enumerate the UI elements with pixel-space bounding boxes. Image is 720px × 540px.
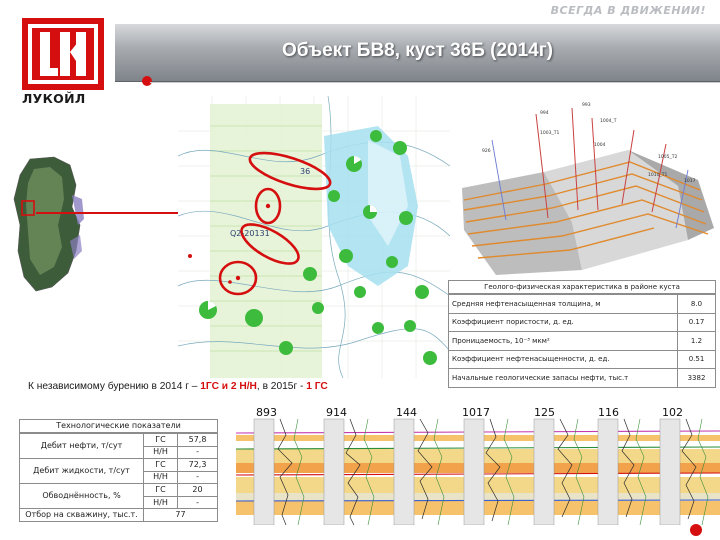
well-name: 1017	[462, 406, 490, 419]
liquid-rate-label: Дебит жидкости, т/сут	[19, 458, 144, 485]
water-cut-nn: -	[177, 495, 218, 510]
geology-label: Коэффициент нефтенасыщенности, д. ед.	[448, 349, 678, 369]
geology-label: Средняя нефтенасыщенная толщина, м	[448, 294, 678, 314]
geology-value: 1.2	[677, 331, 716, 351]
liquid-rate-gs: 72,3	[177, 458, 218, 472]
cluster-map: 36 Q2-20131	[178, 96, 450, 378]
page-title: Объект БВ8, куст 36Б (2014г)	[282, 40, 553, 61]
reserves-value: 77	[143, 508, 218, 522]
well-name: 116	[598, 406, 619, 419]
geology-value: 0.51	[677, 349, 716, 369]
geology-value: 8.0	[677, 294, 716, 314]
oil-rate-label: Дебит нефти, т/сут	[19, 432, 144, 460]
nn-cell: Н/Н	[142, 495, 179, 510]
model-label-4: 1004	[594, 142, 606, 148]
geology-table: Средняя нефтенасыщенная толщина, м 8.0 К…	[448, 294, 716, 388]
water-cut-label: Обводнённость, %	[19, 483, 144, 510]
gs-cell: ГС	[142, 433, 179, 447]
table-row: Проницаемость, 10⁻³ мкм² 1.2	[448, 331, 716, 351]
slide-accent-dot	[690, 524, 702, 536]
title-underline	[150, 82, 720, 83]
well-name: 102	[662, 406, 683, 419]
model-label-6: 1005_T2	[658, 154, 677, 160]
note-plan-2014: 1ГС и 2 Н/Н	[200, 381, 257, 392]
drilling-plan-note: К независимому бурению в 2014 г – 1ГС и …	[28, 381, 328, 392]
table-row: Дебит нефти, т/сут ГС 57,8	[19, 432, 218, 460]
gs-cell: ГС	[142, 458, 179, 472]
well-log-correlation: 893 914 144 1017 125 116 102	[236, 405, 720, 525]
geology-label: Начальные геологические запасы нефти, ты…	[448, 368, 678, 388]
table-row: Отбор на скважину, тыс.т. 77	[19, 508, 218, 522]
well-name: 144	[396, 406, 417, 419]
reserves-label: Отбор на скважину, тыс.т.	[19, 508, 144, 522]
table-row: Коэффициент пористости, д. ед. 0.17	[448, 312, 716, 332]
tech-table-title: Технологические показатели	[19, 419, 218, 433]
table-row: Коэффициент нефтенасыщенности, д. ед. 0.…	[448, 349, 716, 369]
liquid-rate-nn: -	[177, 470, 218, 485]
brand-name: ЛУКОЙЛ	[22, 91, 86, 106]
table-row: Начальные геологические запасы нефти, ты…	[448, 368, 716, 388]
model-label-5: 926	[482, 148, 491, 154]
well-name: 914	[326, 406, 347, 419]
note-prefix: К независимому бурению в 2014 г –	[28, 381, 201, 392]
model-label-7: 1010_T1	[648, 172, 667, 178]
map-label-well: Q2-20131	[230, 229, 270, 238]
oil-rate-gs: 57,8	[177, 433, 218, 447]
field-overview-map	[13, 156, 84, 292]
geology-table-title: Геолого-физическая характеристика в райо…	[448, 280, 716, 294]
table-row: Дебит жидкости, т/сут ГС 72,3	[19, 458, 218, 485]
model-label-8: 1017	[684, 178, 696, 184]
table-row: Средняя нефтенасыщенная толщина, м 8.0	[448, 294, 716, 314]
well-name: 125	[534, 406, 555, 419]
title-accent-dot	[142, 76, 152, 86]
gs-cell: ГС	[142, 483, 179, 497]
note-plan-2015: 1 ГС	[306, 381, 328, 392]
nn-cell: Н/Н	[142, 470, 179, 485]
oil-rate-nn: -	[177, 445, 218, 460]
title-band: Объект БВ8, куст 36Б (2014г)	[115, 24, 720, 82]
table-row: Обводнённость, % ГС 20	[19, 483, 218, 510]
geology-label: Проницаемость, 10⁻³ мкм²	[448, 331, 678, 351]
model-label-2: 1004_T	[600, 118, 617, 124]
model-label-3: 1003_T1	[540, 130, 559, 136]
map-label-36: 36	[300, 167, 310, 176]
nn-cell: Н/Н	[142, 445, 179, 460]
note-middle: , в 2015г -	[256, 381, 307, 392]
water-cut-gs: 20	[177, 483, 218, 497]
3d-reservoir-model: 993 994 1004_T 1003_T1 1004 926 1005_T2 …	[462, 102, 714, 275]
geology-value: 0.17	[677, 312, 716, 332]
tech-table: Дебит нефти, т/сут ГС 57,8 Н/Н - Дебит ж…	[19, 432, 218, 522]
model-label-0: 993	[582, 102, 591, 108]
slogan: ВСЕГДА В ДВИЖЕНИИ!	[550, 4, 706, 17]
model-label-1: 994	[540, 110, 549, 116]
geology-value: 3382	[677, 368, 716, 388]
well-name: 893	[256, 406, 277, 419]
geology-label: Коэффициент пористости, д. ед.	[448, 312, 678, 332]
